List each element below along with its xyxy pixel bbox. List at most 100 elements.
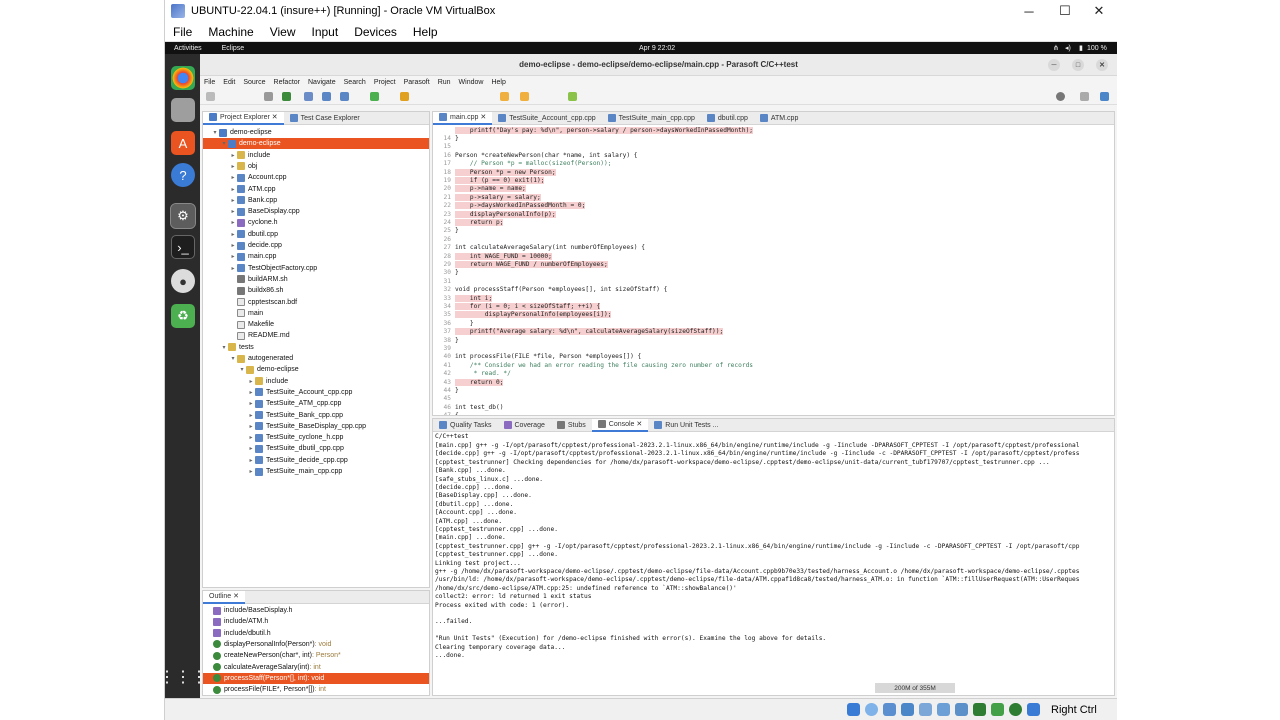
tab-test-case-explorer[interactable]: Test Case Explorer [284, 112, 366, 125]
debug-icon[interactable] [304, 92, 313, 101]
ec-menu-edit[interactable]: Edit [223, 79, 235, 86]
expand-chevron-icon[interactable]: ▾ [238, 366, 246, 373]
build-icon[interactable] [322, 92, 331, 101]
tree-item[interactable]: cpptestscan.bdf [203, 297, 429, 308]
outline-item[interactable]: include/BaseDisplay.h [203, 605, 429, 616]
tree-item[interactable]: ▸ obj [203, 161, 429, 172]
print-icon[interactable] [264, 92, 273, 101]
tree-item[interactable]: main [203, 308, 429, 319]
editor-tab-atm[interactable]: ATM.cpp [754, 112, 805, 125]
heap-status[interactable]: 200M of 355M [875, 683, 955, 693]
open-type-icon[interactable] [400, 92, 409, 101]
tree-item[interactable]: Makefile [203, 319, 429, 330]
tree-item[interactable]: ▸ BaseDisplay.cpp [203, 206, 429, 217]
tab-coverage[interactable]: Coverage [498, 419, 551, 432]
ec-menu-run[interactable]: Run [438, 79, 451, 86]
ec-menu-navigate[interactable]: Navigate [308, 79, 336, 86]
outline-item[interactable]: createNewPerson(char*, int) : Person* [203, 650, 429, 661]
help-icon[interactable]: ? [171, 163, 195, 187]
tab-console[interactable]: Console ✕ [591, 419, 649, 432]
optical-drive-icon[interactable] [865, 703, 878, 716]
tab-project-explorer[interactable]: Project Explorer ✕ [203, 112, 284, 125]
files-icon[interactable] [171, 98, 195, 122]
tab-run-unit-tests[interactable]: Run Unit Tests ... [648, 419, 724, 432]
expand-chevron-icon[interactable]: ▸ [229, 208, 237, 215]
tree-item[interactable]: ▸ TestSuite_main_cpp.cpp [203, 466, 429, 477]
back-icon[interactable] [500, 92, 509, 101]
expand-chevron-icon[interactable]: ▸ [247, 468, 255, 475]
menu-file[interactable]: File [173, 25, 192, 39]
mouse-integration-icon[interactable] [1009, 703, 1022, 716]
outline-item[interactable]: include/ATM.h [203, 616, 429, 627]
outline-item[interactable]: displayPersonalInfo(Person*) : void [203, 639, 429, 650]
editor-tab-main-cpp[interactable]: main.cpp ✕ [433, 112, 493, 125]
new-icon[interactable] [206, 92, 215, 101]
close-button[interactable]: ✕ [1081, 0, 1117, 22]
tree-item[interactable]: ▸ Account.cpp [203, 172, 429, 183]
ec-menu-parasoft[interactable]: Parasoft [404, 79, 430, 86]
expand-chevron-icon[interactable]: ▾ [220, 140, 228, 147]
expand-chevron-icon[interactable]: ▸ [229, 242, 237, 249]
tree-item[interactable]: ▸ ATM.cpp [203, 184, 429, 195]
tree-item[interactable]: ▾ demo-eclipse [203, 364, 429, 375]
perspective-icon[interactable] [1080, 92, 1089, 101]
expand-chevron-icon[interactable]: ▸ [247, 378, 255, 385]
ec-menu-window[interactable]: Window [459, 79, 484, 86]
tree-item[interactable]: ▸ include [203, 376, 429, 387]
tree-item[interactable]: ▾ demo-eclipse [203, 138, 429, 150]
chrome-icon[interactable] [171, 66, 195, 90]
pin-icon[interactable] [568, 92, 577, 101]
tree-item[interactable]: ▸ TestSuite_ATM_cpp.cpp [203, 398, 429, 409]
cpu-icon[interactable] [991, 703, 1004, 716]
expand-chevron-icon[interactable]: ▸ [229, 186, 237, 193]
tree-item[interactable]: ▸ TestSuite_Bank_cpp.cpp [203, 410, 429, 421]
tree-item[interactable]: ▸ main.cpp [203, 251, 429, 262]
expand-chevron-icon[interactable]: ▸ [229, 253, 237, 260]
tree-item[interactable]: README.md [203, 330, 429, 341]
expand-chevron-icon[interactable]: ▸ [247, 412, 255, 419]
editor-tab-testsuite-account[interactable]: TestSuite_Account_cpp.cpp [492, 112, 601, 125]
tree-item[interactable]: ▸ Bank.cpp [203, 195, 429, 206]
maximize-button[interactable]: ☐ [1047, 0, 1083, 22]
ec-menu-refactor[interactable]: Refactor [274, 79, 300, 86]
ec-menu-source[interactable]: Source [243, 79, 265, 86]
expand-chevron-icon[interactable]: ▸ [247, 434, 255, 441]
ec-menu-project[interactable]: Project [374, 79, 396, 86]
expand-chevron-icon[interactable]: ▸ [247, 445, 255, 452]
expand-chevron-icon[interactable]: ▸ [229, 219, 237, 226]
terminal-icon[interactable]: ›_ [171, 235, 195, 259]
tree-item[interactable]: ▸ dbutil.cpp [203, 229, 429, 240]
outline-item[interactable]: processFile(FILE*, Person*[]) : int [203, 684, 429, 695]
outline-item[interactable]: test_db() : int [203, 695, 429, 696]
disc-icon[interactable]: ● [171, 269, 195, 293]
expand-chevron-icon[interactable]: ▸ [229, 163, 237, 170]
tree-item[interactable]: ▾ demo-eclipse [203, 127, 429, 138]
eclipse-app-menu[interactable]: Eclipse [222, 45, 245, 52]
expand-chevron-icon[interactable]: ▸ [247, 389, 255, 396]
eclipse-maximize-button[interactable]: □ [1072, 59, 1084, 71]
menu-machine[interactable]: Machine [208, 25, 253, 39]
tree-item[interactable]: ▾ tests [203, 342, 429, 353]
tree-item[interactable]: ▾ autogenerated [203, 353, 429, 364]
cpptest-perspective-icon[interactable] [1100, 92, 1109, 101]
outline-item[interactable]: calculateAverageSalary(int) : int [203, 662, 429, 673]
expand-chevron-icon[interactable]: ▸ [247, 400, 255, 407]
expand-chevron-icon[interactable]: ▸ [229, 265, 237, 272]
expand-chevron-icon[interactable]: ▸ [229, 174, 237, 181]
outline-item[interactable]: include/dbutil.h [203, 628, 429, 639]
editor-tab-testsuite-main[interactable]: TestSuite_main_cpp.cpp [602, 112, 701, 125]
tree-item[interactable]: ▸ cyclone.h [203, 217, 429, 228]
menu-help[interactable]: Help [413, 25, 438, 39]
tree-item[interactable]: ▸ TestSuite_dbutil_cpp.cpp [203, 443, 429, 454]
tab-quality-tasks[interactable]: Quality Tasks [433, 419, 498, 432]
expand-chevron-icon[interactable]: ▾ [220, 344, 228, 351]
build-all-icon[interactable] [340, 92, 349, 101]
console-output[interactable]: C/C++test [main.cpp] g++ -g -I/opt/paras… [435, 432, 1114, 695]
expand-chevron-icon[interactable]: ▸ [229, 197, 237, 204]
run-icon[interactable] [282, 92, 291, 101]
trash-icon[interactable]: ♻ [171, 304, 195, 328]
expand-chevron-icon[interactable]: ▸ [229, 231, 237, 238]
activities-button[interactable]: Activities [174, 45, 202, 52]
expand-chevron-icon[interactable]: ▾ [229, 355, 237, 362]
tree-item[interactable]: buildARM.sh [203, 274, 429, 285]
